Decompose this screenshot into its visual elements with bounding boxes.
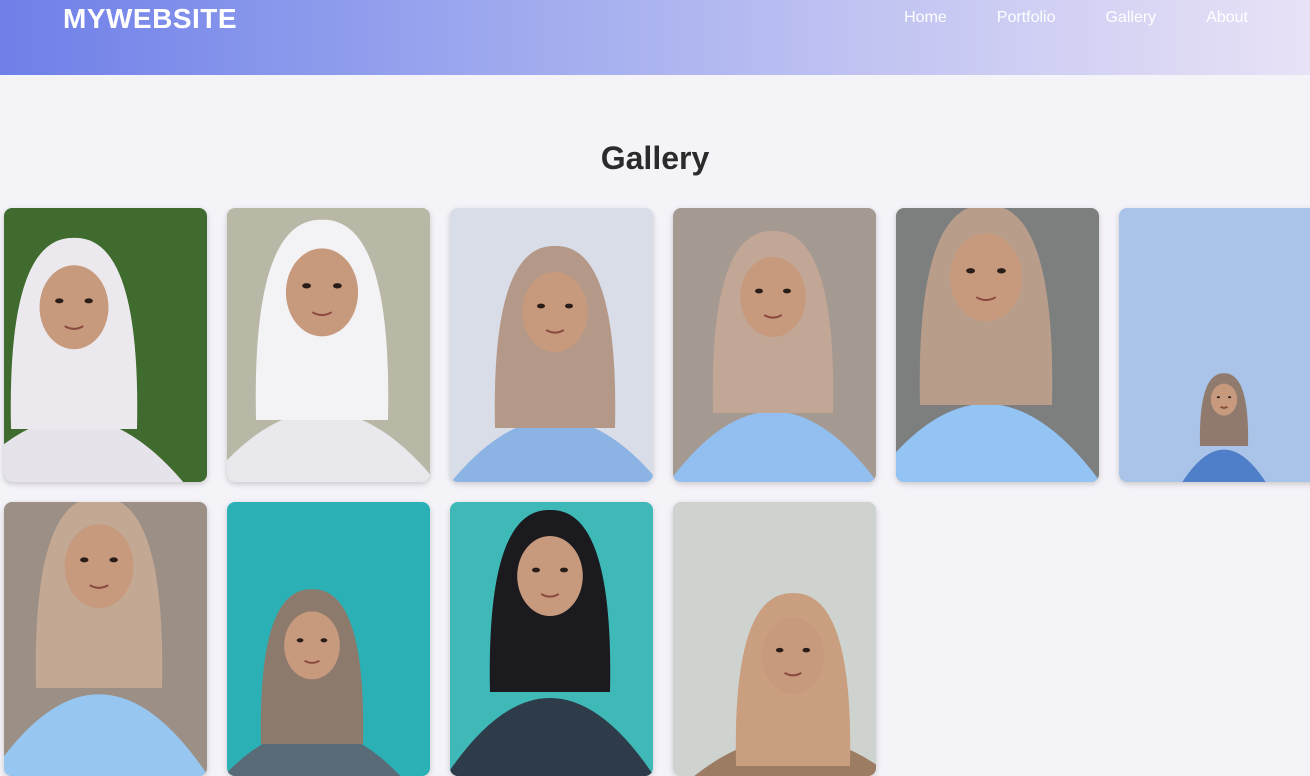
photo-image [450,208,653,482]
photo-image [896,208,1099,482]
site-header: MYWEBSITE Home Portfolio Gallery About [0,0,1310,75]
gallery-photo[interactable] [227,208,430,482]
nav-link-gallery[interactable]: Gallery [1106,9,1157,27]
photo-image [673,208,876,482]
photo-image [4,502,207,776]
photo-image [673,502,876,776]
gallery-photo[interactable] [673,502,876,776]
photo-gallery [4,208,1310,776]
main-nav: Home Portfolio Gallery About [854,9,1248,27]
photo-image [227,208,430,482]
photo-image [450,502,653,776]
gallery-photo[interactable] [4,502,207,776]
gallery-photo[interactable] [896,208,1099,482]
gallery-title: Gallery [600,140,710,176]
nav-link-portfolio[interactable]: Portfolio [997,9,1056,27]
nav-link-about[interactable]: About [1206,9,1248,27]
photo-image [4,208,207,482]
gallery-photo[interactable] [673,208,876,482]
nav-link-home[interactable]: Home [904,9,947,27]
gallery-photo[interactable] [450,208,653,482]
photo-image [1119,208,1310,482]
gallery-photo[interactable] [450,502,653,776]
gallery-photo[interactable] [227,502,430,776]
site-logo[interactable]: MYWEBSITE [63,3,237,35]
gallery-photo[interactable] [1119,208,1310,482]
photo-image [227,502,430,776]
gallery-photo[interactable] [4,208,207,482]
